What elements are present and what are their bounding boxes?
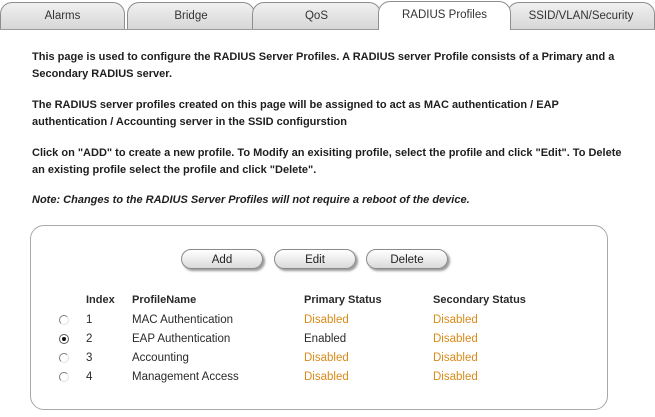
header-primary-status: Primary Status	[304, 294, 382, 306]
header-secondary-status: Secondary Status	[433, 294, 526, 306]
profile-radio-4[interactable]	[59, 372, 69, 382]
reboot-note: Note: Changes to the RADIUS Server Profi…	[32, 194, 470, 206]
row-index: 4	[86, 371, 93, 383]
row-profile-name: EAP Authentication	[132, 333, 231, 345]
header-profile-name: ProfileName	[132, 294, 197, 306]
tab-ssid-vlan-security[interactable]: SSID/VLAN/Security	[507, 2, 655, 29]
row-profile-name: Management Access	[132, 371, 239, 383]
row-index: 1	[86, 314, 93, 326]
header-index: Index	[86, 294, 115, 306]
tab-alarms[interactable]: Alarms	[0, 2, 125, 29]
row-primary-status: Disabled	[304, 352, 349, 364]
row-secondary-status: Disabled	[433, 352, 478, 364]
profile-radio-3[interactable]	[59, 353, 69, 363]
profile-radio-1[interactable]	[59, 315, 69, 325]
row-secondary-status: Disabled	[433, 333, 478, 345]
row-primary-status: Enabled	[304, 333, 347, 345]
tab-radius-profiles[interactable]: RADIUS Profiles	[378, 1, 511, 30]
tab-bridge[interactable]: Bridge	[127, 2, 255, 29]
tab-bar: Alarms Bridge QoS RADIUS Profiles SSID/V…	[0, 0, 655, 30]
row-primary-status: Disabled	[304, 314, 349, 326]
description-assignment: The RADIUS server profiles created on th…	[32, 99, 559, 128]
tab-qos[interactable]: QoS	[252, 2, 381, 29]
row-primary-status: Disabled	[304, 371, 349, 383]
row-index: 2	[86, 333, 93, 345]
delete-button[interactable]: Delete	[366, 249, 448, 269]
add-button[interactable]: Add	[181, 249, 263, 269]
row-secondary-status: Disabled	[433, 314, 478, 326]
row-index: 3	[86, 352, 93, 364]
description-intro: This page is used to configure the RADIU…	[32, 51, 615, 80]
edit-button[interactable]: Edit	[274, 249, 356, 269]
row-profile-name: MAC Authentication	[132, 314, 234, 326]
row-profile-name: Accounting	[132, 352, 189, 364]
profile-radio-2[interactable]	[59, 334, 69, 344]
row-secondary-status: Disabled	[433, 371, 478, 383]
description-instructions: Click on "ADD" to create a new profile. …	[32, 147, 622, 176]
